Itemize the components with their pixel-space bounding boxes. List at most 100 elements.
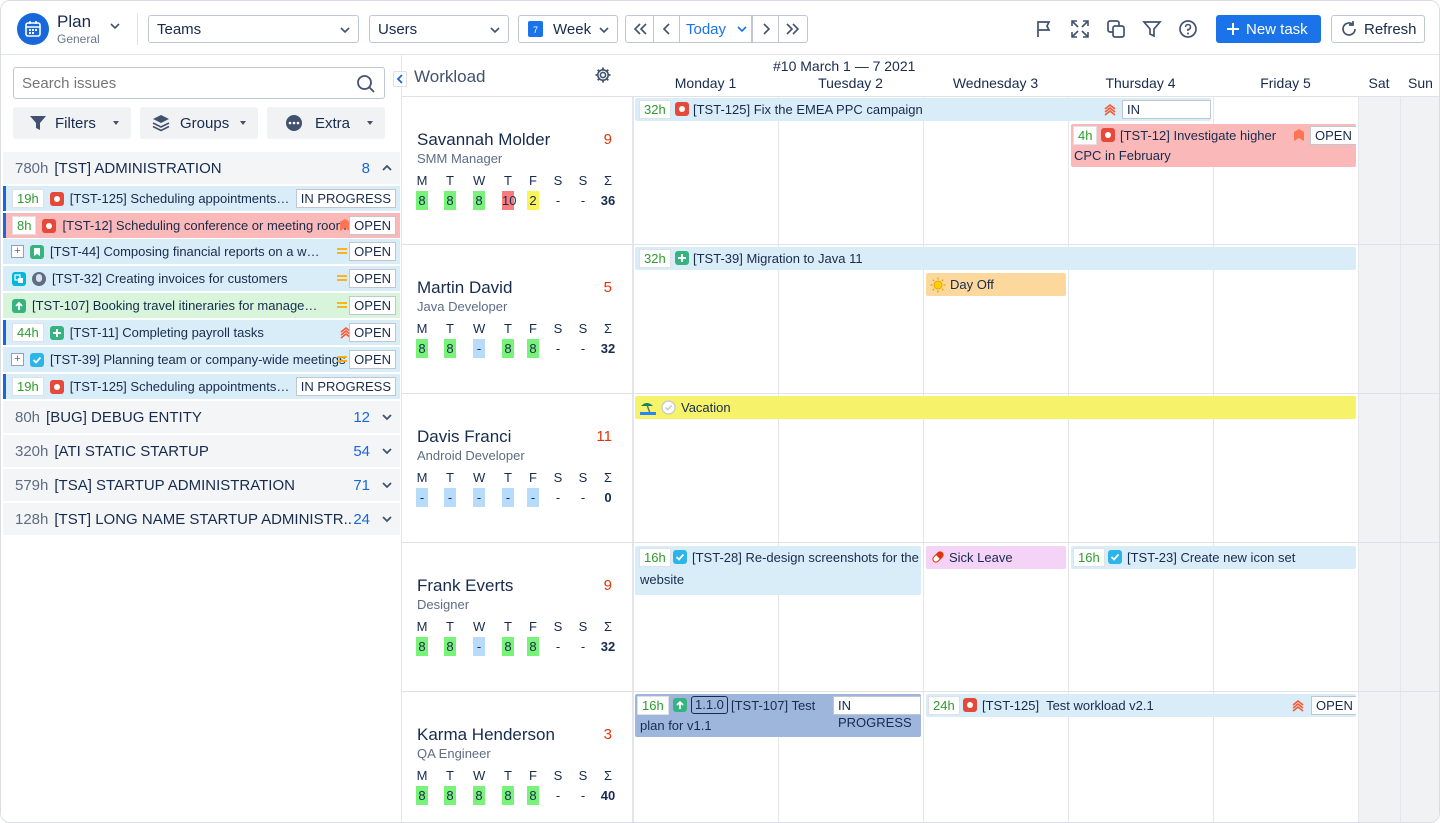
search-input[interactable]	[22, 75, 342, 92]
list-item[interactable]: 19h [TST-125] Scheduling appointments fo…	[3, 186, 400, 211]
day-letter: M	[416, 321, 428, 336]
group-header-debug-entity[interactable]: 80h [BUG] DEBUG ENTITY 12	[3, 401, 400, 433]
today-dropdown[interactable]	[732, 16, 752, 42]
chevron-down-icon[interactable]	[382, 446, 392, 456]
refresh-button[interactable]: Refresh	[1331, 15, 1425, 43]
chevron-down-icon[interactable]	[382, 480, 392, 490]
person-row[interactable]: Savannah Molder SMM Manager 9 M 8 T 8 W 8 T 10 F 2 S -…	[402, 97, 633, 245]
search-icon[interactable]	[356, 74, 376, 94]
task-bar[interactable]: 16h 1.1.0 [TST-107] Test plan for v1.1 I…	[635, 694, 921, 737]
groups-button[interactable]: Groups	[140, 107, 258, 139]
filter-icon[interactable]	[1142, 19, 1162, 39]
list-item[interactable]: + [TST-44] Composing financial reports o…	[3, 239, 400, 264]
day-hours-cell: -	[502, 488, 514, 507]
chevron-down-icon	[490, 27, 500, 34]
chevron-down-icon	[340, 27, 350, 34]
avatar	[32, 271, 46, 286]
refresh-label: Refresh	[1364, 20, 1417, 38]
group-header-startup-administration[interactable]: 579h [TSA] STARTUP ADMINISTRATION 71	[3, 469, 400, 501]
day-letter: M	[416, 768, 428, 783]
status-badge: IN PROGRESS	[295, 377, 396, 396]
person-row[interactable]: Karma Henderson QA Engineer 3 M 8 T 8 W 8 T 8 F 8 S - S…	[402, 692, 633, 822]
week-label: Week	[553, 21, 592, 38]
day-hours-cell: 8	[473, 786, 485, 805]
teams-select[interactable]: Teams	[148, 15, 359, 43]
next-button[interactable]	[752, 16, 779, 42]
issue-title: [TST-125] Scheduling appointments for...	[69, 379, 290, 394]
day-letter: T	[504, 619, 512, 634]
search-box	[13, 67, 385, 99]
extra-button[interactable]: Extra	[267, 107, 385, 139]
copy-icon[interactable]	[1106, 19, 1126, 39]
day-letter: T	[446, 321, 454, 336]
absence-bar[interactable]: Day Off	[926, 273, 1066, 296]
list-item[interactable]: 8h [TST-12] Scheduling conference or mee…	[3, 213, 400, 238]
list-item[interactable]: 19h [TST-125] Scheduling appointments fo…	[3, 374, 400, 399]
day-hours-cell: 8	[473, 191, 485, 210]
group-name: [BUG] DEBUG ENTITY	[46, 408, 202, 426]
absence-bar[interactable]: Vacation	[635, 396, 1356, 419]
task-bar[interactable]: 24h [TST-125] Test workload v2.1 OPEN	[926, 694, 1356, 717]
collapse-panel-button[interactable]	[393, 71, 407, 87]
expand-icon[interactable]: +	[11, 245, 24, 258]
status-badge: OPEN	[349, 242, 396, 261]
app-window: Plan General Teams Users 7 Week Today Ne…	[0, 0, 1440, 823]
day-hours-cell: -	[580, 341, 586, 356]
chevron-up-icon[interactable]	[382, 163, 392, 173]
day-letter: W	[473, 619, 486, 634]
group-header-administration[interactable]: 780h [TST] ADMINISTRATION 8	[3, 152, 400, 184]
list-item[interactable]: [TST-107] Booking travel itineraries for…	[3, 293, 400, 318]
group-hours: 780h	[15, 159, 49, 177]
day-hours-cell: -	[555, 639, 561, 654]
person-row[interactable]: Frank Everts Designer 9 M 8 T 8 W - T 8 F 8 S - S - Σ 32	[402, 543, 633, 691]
person-row[interactable]: Davis Franci Android Developer 11 M - T - W - T - F…	[402, 394, 633, 542]
day-hours-cell: -	[527, 488, 539, 507]
group-header-ati-static-startup[interactable]: 320h [ATI STATIC STARTUP 54	[3, 435, 400, 467]
task-bar[interactable]: 32h [TST-39] Migration to Java 11	[635, 247, 1356, 270]
new-feature-icon	[675, 251, 689, 265]
list-item[interactable]: 44h [TST-11] Completing payroll tasks OP…	[3, 320, 400, 345]
chevron-down-icon[interactable]	[382, 412, 392, 422]
day-letter: M	[416, 619, 428, 634]
fullscreen-icon[interactable]	[1070, 19, 1090, 39]
person-row[interactable]: Martin David Java Developer 5 M 8 T 8 W - T 8 F 8 S - S…	[402, 245, 633, 393]
help-icon[interactable]	[1178, 19, 1198, 39]
week-select[interactable]: 7 Week	[518, 15, 618, 43]
list-item[interactable]: [TST-32] Creating invoices for customers…	[3, 266, 400, 291]
status-badge: IN PROGRESS	[295, 189, 396, 208]
task-icon	[673, 550, 687, 564]
task-bar[interactable]: 32h [TST-125] Fix the EMEA PPC campaign …	[635, 98, 1211, 121]
caret-down-icon	[113, 121, 119, 125]
chevron-down-icon[interactable]	[109, 20, 121, 32]
users-select[interactable]: Users	[369, 15, 509, 43]
task-bar[interactable]: 16h [TST-23] Create new icon set	[1071, 546, 1356, 569]
gear-icon[interactable]	[594, 66, 612, 84]
day-letter: Σ	[603, 173, 613, 188]
day-hours-cell: -	[555, 490, 561, 505]
person-role: Java Developer	[417, 299, 508, 314]
absence-bar[interactable]: Sick Leave	[926, 546, 1066, 569]
task-bar[interactable]: 4h [TST-12] Investigate higher CPC in Fe…	[1071, 124, 1356, 167]
plan-title[interactable]: Plan	[57, 12, 91, 32]
day-hours-cell: -	[580, 639, 586, 654]
priority-medium-icon	[337, 275, 347, 281]
jump-back-button[interactable]	[626, 16, 654, 42]
jump-forward-button[interactable]	[779, 16, 807, 42]
flag-icon[interactable]	[1034, 19, 1054, 39]
filters-button[interactable]: Filters	[13, 107, 131, 139]
previous-button[interactable]	[654, 16, 680, 42]
priority-highest-icon	[1104, 103, 1116, 116]
bug-icon	[675, 102, 689, 116]
expand-icon[interactable]: +	[11, 353, 24, 366]
day-hours-cell: -	[473, 488, 485, 507]
task-bar[interactable]: 16h [TST-28] Re-design screenshots for t…	[635, 546, 921, 595]
today-button[interactable]: Today	[680, 16, 732, 42]
calendar-logo-icon[interactable]	[17, 13, 49, 45]
group-header-long-name-startup[interactable]: 128h [TST] LONG NAME STARTUP ADMINISTR..…	[3, 503, 400, 535]
list-item[interactable]: + [TST-39] Planning team or company-wide…	[3, 347, 400, 372]
new-task-button[interactable]: New task	[1216, 15, 1321, 43]
task-title: [TST-125] Fix the EMEA PPC campaign	[693, 102, 923, 117]
day-letter: F	[529, 321, 537, 336]
chevron-down-icon[interactable]	[382, 514, 392, 524]
group-count: 54	[353, 442, 370, 460]
